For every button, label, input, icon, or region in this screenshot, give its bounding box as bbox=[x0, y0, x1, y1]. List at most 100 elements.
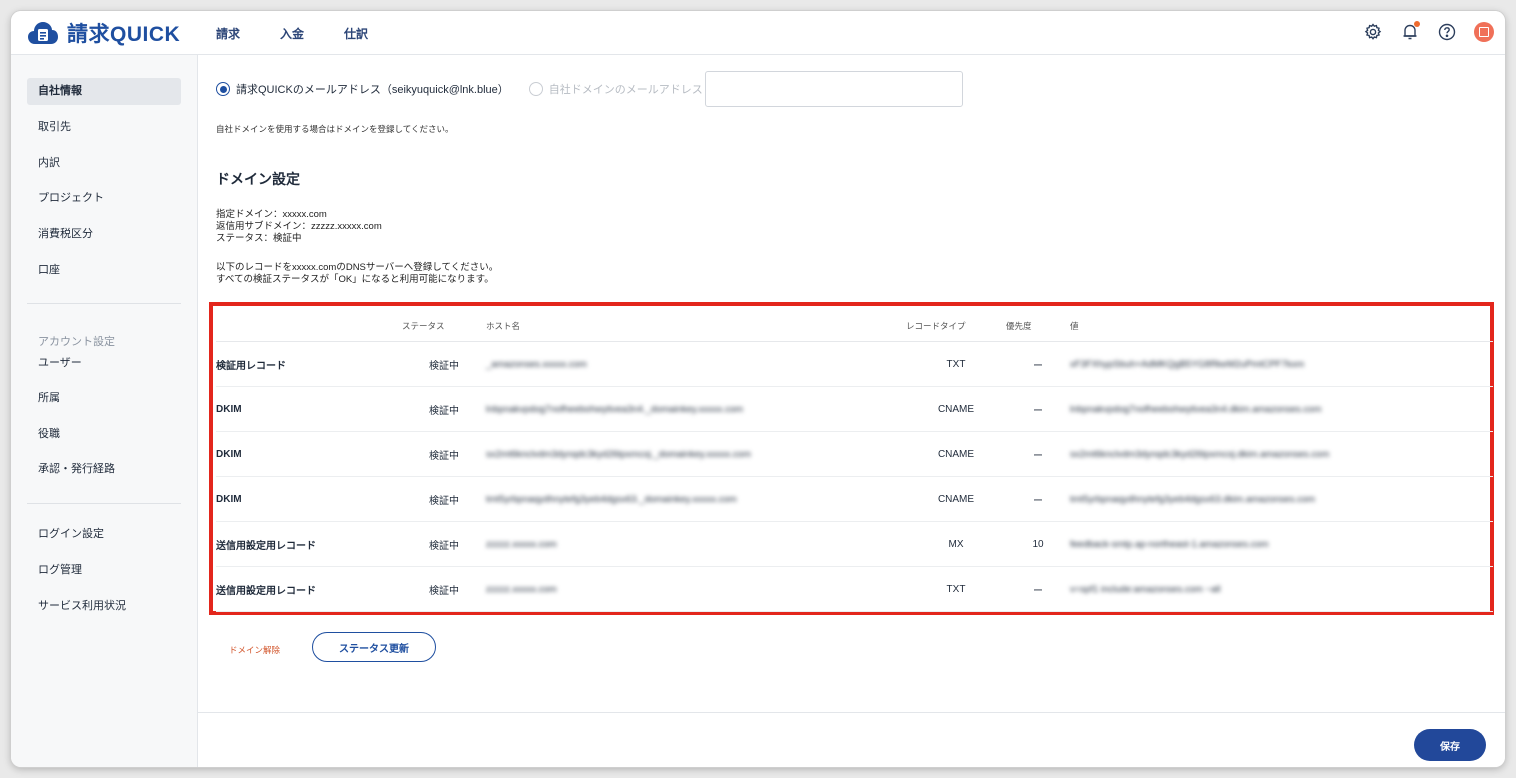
record-type: TXT bbox=[906, 566, 1006, 612]
record-type: CNAME bbox=[906, 431, 1006, 477]
sidebar-item-project[interactable]: プロジェクト bbox=[27, 185, 181, 212]
record-priority: ー bbox=[1006, 431, 1070, 477]
col-priority: 優先度 bbox=[1006, 311, 1070, 342]
record-status: 検証中 bbox=[402, 566, 486, 612]
save-button[interactable]: 保存 bbox=[1414, 729, 1486, 761]
top-bar: 請求QUICK 請求 入金 仕訳 bbox=[11, 11, 1505, 55]
record-host: zzzzz.xxxxx.com bbox=[486, 566, 906, 612]
own-domain-input[interactable] bbox=[704, 71, 963, 107]
record-priority: 10 bbox=[1006, 521, 1070, 567]
email-option-row: 請求QUICKのメールアドレス（seikyuquick@lnk.blue） 自社… bbox=[216, 71, 963, 107]
record-host: tmt5yrbpnaqydhnytefg3yeb4dgsx63._domaink… bbox=[486, 476, 906, 522]
radio-own-domain[interactable] bbox=[528, 82, 543, 96]
sidebar-item-log[interactable]: ログ管理 bbox=[27, 557, 181, 584]
col-value: 値 bbox=[1070, 311, 1493, 342]
record-priority: ー bbox=[1006, 566, 1070, 612]
record-value: xF3FXhypSbuh+AdMKQgB5YG8RkeM2uPmtCPF7kxm bbox=[1070, 341, 1493, 387]
table-row: DKIM 検証中 lnbpnakvpdog7nofheebohwytivea3n… bbox=[216, 386, 1493, 432]
record-label: DKIM bbox=[216, 386, 402, 432]
app-window: 請求QUICK 請求 入金 仕訳 自社情報 取引先 内訳 プロジェクト 消費税区… bbox=[11, 11, 1505, 767]
record-status: 検証中 bbox=[402, 431, 486, 477]
sidebar-divider bbox=[27, 503, 181, 504]
record-type: MX bbox=[906, 521, 1006, 567]
domain-settings-heading: ドメイン設定 bbox=[216, 171, 300, 187]
subdomain-line: 返信用サブドメイン：zzzzz.xxxxx.com bbox=[216, 221, 382, 232]
table-header-row: ステータス ホスト名 レコードタイプ 優先度 値 bbox=[216, 311, 1493, 342]
sidebar-item-company[interactable]: 自社情報 bbox=[27, 78, 181, 105]
record-type: CNAME bbox=[906, 386, 1006, 432]
main-content: 請求QUICKのメールアドレス（seikyuquick@lnk.blue） 自社… bbox=[198, 55, 1505, 767]
sidebar-item-login-settings[interactable]: ログイン設定 bbox=[27, 521, 181, 548]
record-host: zzzzz.xxxxx.com bbox=[486, 521, 906, 567]
dns-instruction: 以下のレコードをxxxxx.comのDNSサーバーへ登録してください。 bbox=[216, 262, 499, 273]
app-name: 請求QUICK bbox=[67, 23, 181, 46]
nav-invoice[interactable]: 請求 bbox=[216, 25, 240, 42]
nav-journal[interactable]: 仕訳 bbox=[344, 25, 368, 42]
record-priority: ー bbox=[1006, 476, 1070, 522]
table-row: 送信用設定用レコード 検証中 zzzzz.xxxxx.com TXT ー v=s… bbox=[216, 566, 1493, 612]
record-label: DKIM bbox=[216, 431, 402, 477]
gear-icon[interactable] bbox=[1362, 21, 1384, 43]
bell-icon[interactable] bbox=[1399, 21, 1421, 43]
sidebar-item-usage[interactable]: サービス利用状況 bbox=[27, 593, 181, 620]
record-host: _amazonses.xxxxx.com bbox=[486, 341, 906, 387]
user-avatar-icon bbox=[1474, 22, 1494, 42]
nav-payment[interactable]: 入金 bbox=[280, 25, 304, 42]
footer-bar: 保存 bbox=[198, 712, 1505, 767]
record-priority: ー bbox=[1006, 341, 1070, 387]
record-host: lnbpnakvpdog7nofheebohwytivea3n4._domain… bbox=[486, 386, 906, 432]
col-status: ステータス bbox=[402, 311, 486, 342]
status-line: ステータス：検証中 bbox=[216, 233, 302, 244]
radio-quick-email[interactable] bbox=[216, 82, 230, 96]
record-type: CNAME bbox=[906, 476, 1006, 522]
sidebar-item-clients[interactable]: 取引先 bbox=[27, 114, 181, 141]
record-status: 検証中 bbox=[402, 476, 486, 522]
top-icons bbox=[1347, 21, 1495, 43]
app-logo[interactable]: 請求QUICK bbox=[27, 20, 180, 46]
radio-own-domain-label[interactable]: 自社ドメインのメールアドレス bbox=[549, 81, 703, 97]
sidebar-item-tax[interactable]: 消費税区分 bbox=[27, 221, 181, 248]
record-value: v=spf1 include:amazonses.com ~all bbox=[1070, 566, 1493, 612]
sidebar-item-users[interactable]: ユーザー bbox=[27, 350, 181, 377]
table-row: DKIM 検証中 tmt5yrbpnaqydhnytefg3yeb4dgsx63… bbox=[216, 476, 1493, 522]
record-label: 送信用設定用レコード bbox=[216, 566, 402, 612]
dns-instruction-ok: すべての検証ステータスが「OK」になると利用可能になります。 bbox=[216, 274, 494, 285]
table-row: DKIM 検証中 sx2mt6knclvdm3dynqdc3kyd26tpxmc… bbox=[216, 431, 1493, 477]
update-status-button[interactable]: ステータス更新 bbox=[312, 632, 436, 662]
record-value: tmt5yrbpnaqydhnytefg3yeb4dgsx63.dkim.ama… bbox=[1070, 476, 1493, 522]
domain-line: 指定ドメイン：xxxxx.com bbox=[216, 209, 327, 220]
record-status: 検証中 bbox=[402, 341, 486, 387]
record-host: sx2mt6knclvdm3dynqdc3kyd26tpxmcoj._domai… bbox=[486, 431, 906, 477]
domain-note: 自社ドメインを使用する場合はドメインを登録してください。 bbox=[216, 124, 454, 134]
col-label bbox=[216, 311, 402, 342]
table-row: 送信用設定用レコード 検証中 zzzzz.xxxxx.com MX 10 fee… bbox=[216, 521, 1493, 567]
record-label: 検証用レコード bbox=[216, 341, 402, 387]
sidebar-item-department[interactable]: 所属 bbox=[27, 385, 181, 412]
record-status: 検証中 bbox=[402, 386, 486, 432]
col-type: レコードタイプ bbox=[906, 311, 1006, 342]
sidebar-item-account[interactable]: 口座 bbox=[27, 257, 181, 284]
table-row: 検証用レコード 検証中 _amazonses.xxxxx.com TXT ー x… bbox=[216, 341, 1493, 387]
record-label: 送信用設定用レコード bbox=[216, 521, 402, 567]
sidebar-divider bbox=[27, 303, 181, 304]
sidebar-item-breakdown[interactable]: 内訳 bbox=[27, 150, 181, 177]
radio-quick-email-label[interactable]: 請求QUICKのメールアドレス（seikyuquick@lnk.blue） bbox=[236, 81, 509, 97]
sidebar-item-approval[interactable]: 承認・発行経路 bbox=[27, 456, 181, 483]
record-priority: ー bbox=[1006, 386, 1070, 432]
top-nav: 請求 入金 仕訳 bbox=[216, 25, 408, 42]
help-icon[interactable] bbox=[1436, 21, 1458, 43]
record-type: TXT bbox=[906, 341, 1006, 387]
avatar[interactable] bbox=[1473, 21, 1495, 43]
sidebar-item-position[interactable]: 役職 bbox=[27, 421, 181, 448]
sidebar-heading-account-settings: アカウント設定 bbox=[38, 336, 115, 348]
cloud-document-icon bbox=[28, 22, 58, 44]
col-host: ホスト名 bbox=[486, 311, 906, 342]
record-value: sx2mt6knclvdm3dynqdc3kyd26tpxmcoj.dkim.a… bbox=[1070, 431, 1493, 477]
release-domain-link[interactable]: ドメイン解除 bbox=[229, 644, 280, 656]
notification-dot bbox=[1414, 21, 1420, 27]
record-value: feedback-smtp.ap-northeast-1.amazonses.c… bbox=[1070, 521, 1493, 567]
record-status: 検証中 bbox=[402, 521, 486, 567]
sidebar: 自社情報 取引先 内訳 プロジェクト 消費税区分 口座 アカウント設定 ユーザー… bbox=[11, 55, 198, 767]
dns-records-table: ステータス ホスト名 レコードタイプ 優先度 値 検証用レコード 検証中 _am… bbox=[216, 311, 1493, 612]
record-value: lnbpnakvpdog7nofheebohwytivea3n4.dkim.am… bbox=[1070, 386, 1493, 432]
